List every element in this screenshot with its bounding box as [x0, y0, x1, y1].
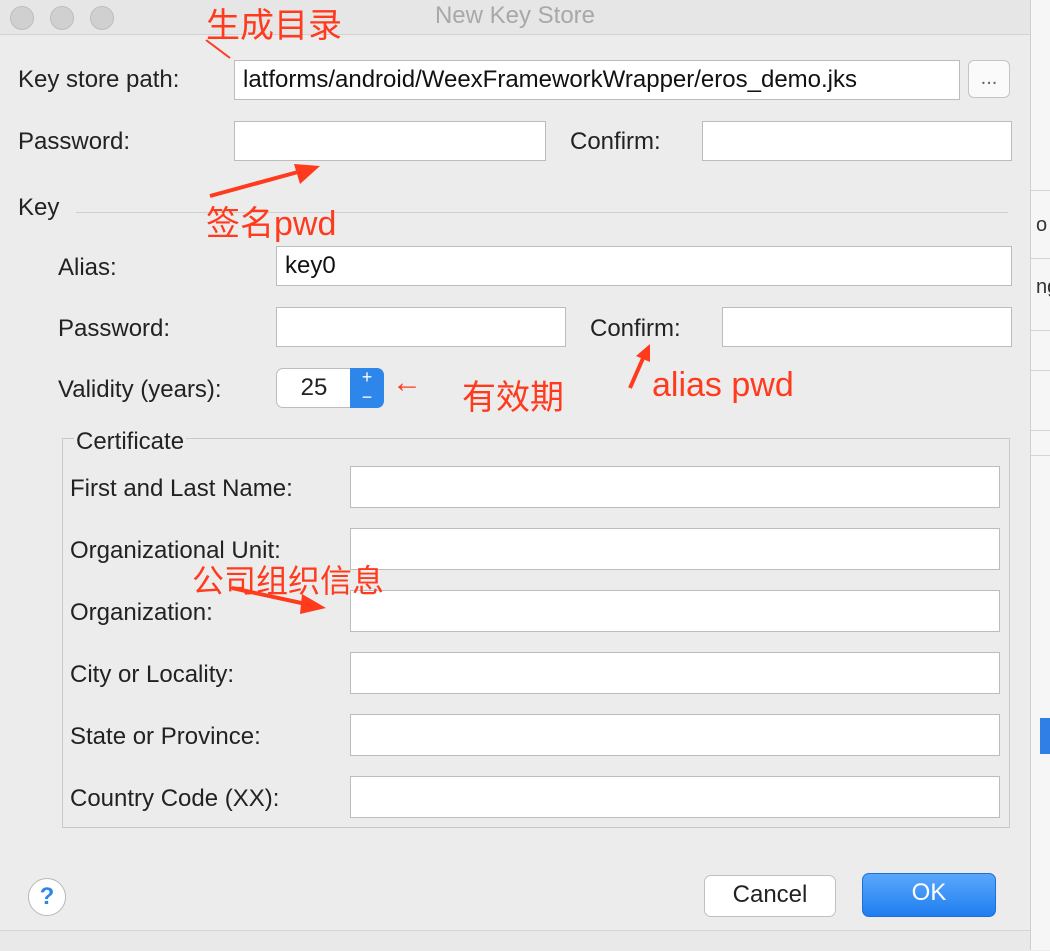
arrow-to-password-icon	[209, 170, 299, 198]
arrow-to-confirm-icon	[628, 355, 646, 389]
annotation-arrows	[205, 39, 650, 614]
arrow-to-path-icon	[205, 39, 231, 59]
arrowhead-icon	[300, 594, 326, 614]
window-bottom-edge	[0, 930, 1030, 951]
background-divider	[1031, 370, 1050, 371]
background-divider	[1031, 330, 1050, 331]
background-divider	[1031, 258, 1050, 259]
background-selection	[1040, 718, 1050, 754]
background-divider	[1031, 190, 1050, 191]
background-text: ng	[1036, 276, 1050, 298]
background-divider	[1031, 430, 1050, 431]
arrowhead-icon	[294, 164, 320, 184]
background-window	[1030, 0, 1050, 950]
background-divider	[1031, 455, 1050, 456]
background-text: o	[1036, 214, 1048, 236]
arrow-to-organization-icon	[231, 586, 307, 606]
